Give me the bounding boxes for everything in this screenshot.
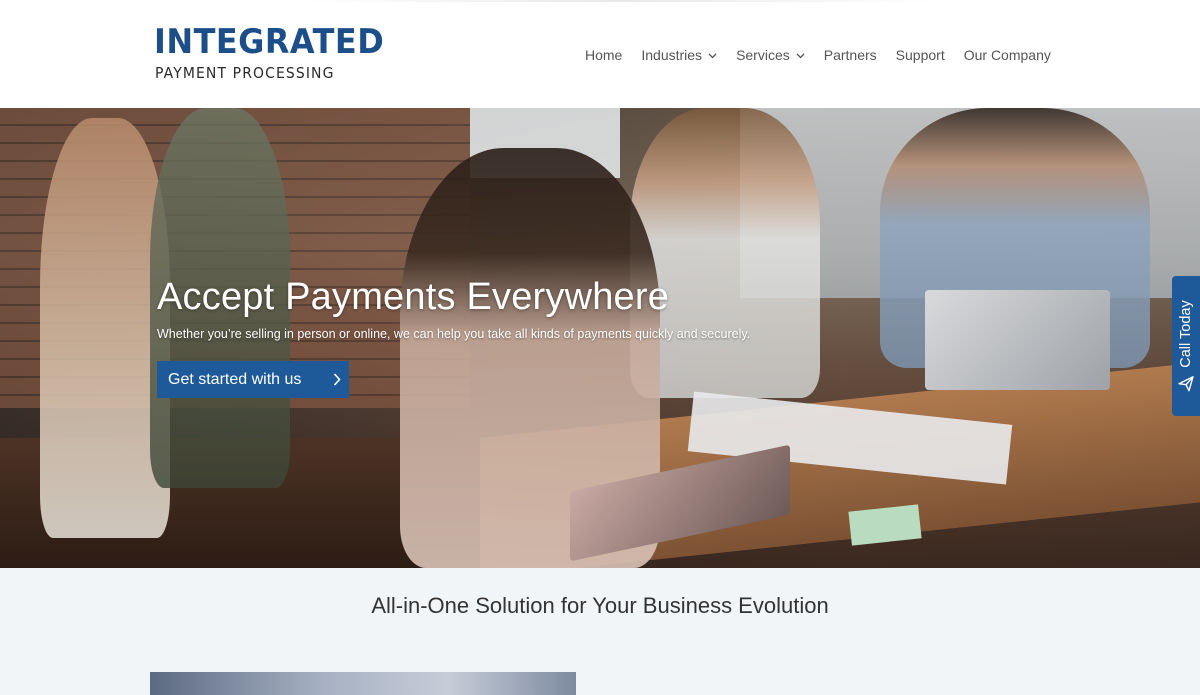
- nav-item-our-company[interactable]: Our Company: [964, 47, 1051, 63]
- nav-item-label: Services: [736, 47, 790, 63]
- chevron-down-icon: [796, 51, 805, 60]
- paper-plane-icon: [1178, 376, 1194, 392]
- main-nav: Home Industries Services Partners Suppor…: [585, 45, 1051, 65]
- site-header: INTEGRATED PAYMENT PROCESSING Home Indus…: [0, 0, 1200, 108]
- nav-item-label: Industries: [641, 47, 703, 63]
- nav-item-services[interactable]: Services: [736, 47, 805, 63]
- nav-item-label: Partners: [823, 47, 877, 63]
- call-today-content: Call Today: [1178, 300, 1194, 392]
- site-logo[interactable]: INTEGRATED PAYMENT PROCESSING: [154, 22, 385, 86]
- hero-banner: Accept Payments Everywhere Whether you’r…: [0, 108, 1200, 568]
- chevron-right-icon: [333, 373, 341, 386]
- section-title: All-in-One Solution for Your Business Ev…: [371, 593, 829, 618]
- logo-tagline: PAYMENT PROCESSING: [155, 64, 335, 82]
- logo-wordmark: INTEGRATED: [154, 22, 385, 62]
- hero-photo-sticky-notes: [848, 504, 922, 546]
- nav-item-support[interactable]: Support: [896, 47, 945, 63]
- call-today-tab[interactable]: Call Today: [1172, 276, 1200, 416]
- nav-item-partners[interactable]: Partners: [824, 47, 877, 63]
- hero-photo-laptop: [925, 290, 1110, 390]
- nav-item-label: Home: [585, 47, 623, 63]
- features-section: All-in-One Solution for Your Business Ev…: [0, 568, 1200, 695]
- nav-item-home[interactable]: Home: [585, 47, 622, 63]
- hero-subtitle: Whether you’re selling in person or onli…: [157, 327, 751, 341]
- nav-item-label: Our Company: [963, 47, 1051, 63]
- chevron-down-icon: [708, 51, 717, 60]
- nav-item-industries[interactable]: Industries: [641, 47, 717, 63]
- call-today-label: Call Today: [1178, 300, 1194, 368]
- get-started-button[interactable]: Get started with us: [157, 361, 349, 398]
- feature-image: [150, 672, 576, 695]
- get-started-button-label: Get started with us: [168, 370, 302, 388]
- hero-title: Accept Payments Everywhere: [157, 276, 670, 318]
- nav-item-label: Support: [895, 47, 945, 63]
